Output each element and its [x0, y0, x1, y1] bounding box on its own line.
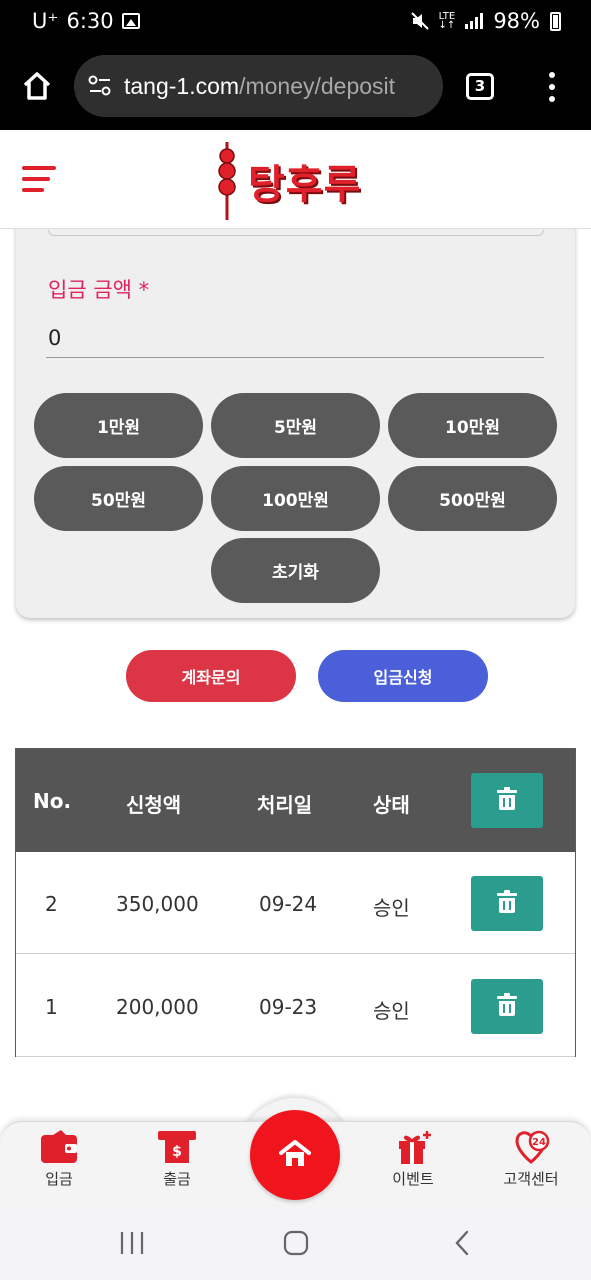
delete-all-button[interactable]: [471, 773, 543, 828]
row-date: 09-24: [259, 892, 318, 916]
reset-button[interactable]: 초기화: [211, 538, 380, 603]
mute-icon: [410, 12, 429, 30]
network-type: LTE ↓↑: [438, 11, 456, 31]
browser-menu-icon[interactable]: [549, 72, 557, 102]
row-date: 09-23: [259, 995, 318, 1019]
gift-icon: [399, 1131, 431, 1164]
trash-icon: [497, 993, 517, 1016]
previous-field-underline: [48, 230, 544, 236]
home-nav-icon[interactable]: [283, 1230, 309, 1256]
signal-icon: [465, 13, 484, 29]
atm-withdraw-icon: $: [158, 1131, 196, 1163]
deposit-request-button[interactable]: 입금신청: [318, 650, 488, 702]
nav-deposit-label: 입금: [45, 1170, 73, 1188]
row-status: 승인: [373, 896, 410, 920]
amount-5m-button[interactable]: 500만원: [388, 466, 557, 531]
table-row: 1 200,000 09-23 승인: [16, 955, 575, 1057]
browser-toolbar: tang-1.com/money/deposit 3: [0, 46, 591, 130]
battery-percent: 98%: [493, 9, 540, 33]
amount-500k-button[interactable]: 50만원: [34, 466, 203, 531]
amount-100k-button[interactable]: 10만원: [388, 393, 557, 458]
back-icon[interactable]: [452, 1229, 472, 1257]
site-logo[interactable]: 탕후루: [214, 142, 362, 220]
row-no: 2: [45, 892, 58, 916]
tanghulu-skewer-icon: [218, 142, 236, 220]
site-settings-icon[interactable]: [88, 75, 112, 97]
nav-events[interactable]: 이벤트: [363, 1129, 463, 1191]
recent-apps-icon[interactable]: [119, 1230, 145, 1256]
trash-icon: [497, 890, 517, 913]
status-bar: U⁺ 6:30 LTE ↓↑ 98%: [0, 0, 591, 46]
row-no: 1: [45, 995, 58, 1019]
column-amount: 신청액: [126, 793, 182, 817]
delete-row-button[interactable]: [471, 979, 543, 1034]
address-bar[interactable]: tang-1.com/money/deposit: [74, 55, 443, 117]
svg-text:$: $: [172, 1144, 182, 1160]
column-no: No.: [33, 789, 72, 813]
row-status: 승인: [373, 999, 410, 1023]
nav-support[interactable]: 24 고객센터: [481, 1129, 581, 1191]
logo-text: 탕후루: [248, 162, 362, 208]
amount-10k-button[interactable]: 1만원: [34, 393, 203, 458]
site-header: 탕후루: [0, 130, 591, 229]
delete-row-button[interactable]: [471, 876, 543, 931]
image-notification-icon: [121, 13, 140, 29]
nav-withdraw[interactable]: $ 출금: [127, 1129, 227, 1191]
tab-switcher-button[interactable]: 3: [466, 73, 494, 100]
home-icon[interactable]: [21, 70, 53, 102]
trash-icon: [497, 787, 517, 810]
home-icon: [279, 1139, 311, 1166]
nav-withdraw-label: 출금: [163, 1170, 191, 1188]
home-button[interactable]: [250, 1110, 340, 1200]
url-text[interactable]: tang-1.com/money/deposit: [124, 73, 395, 100]
amount-50k-button[interactable]: 5만원: [211, 393, 380, 458]
clock: 6:30: [66, 9, 114, 33]
support-24-icon: 24: [515, 1130, 550, 1164]
row-amount: 350,000: [116, 892, 199, 916]
menu-icon[interactable]: [22, 164, 56, 194]
amount-1m-button[interactable]: 100만원: [211, 466, 380, 531]
nav-events-label: 이벤트: [392, 1170, 434, 1188]
battery-icon: [550, 11, 561, 31]
table-header: No. 신청액 처리일 상태: [16, 749, 575, 852]
column-status: 상태: [373, 793, 410, 817]
table-row: 2 350,000 09-24 승인: [16, 852, 575, 954]
amount-input[interactable]: [46, 318, 544, 358]
system-navigation-bar: [0, 1207, 591, 1280]
row-amount: 200,000: [116, 995, 199, 1019]
wallet-icon: [41, 1130, 77, 1163]
nav-support-label: 고객센터: [503, 1170, 559, 1188]
deposit-history-table: No. 신청액 처리일 상태 2 350,000 09-24 승인 1 200,…: [15, 748, 576, 1057]
amount-label: 입금 금액 *: [48, 278, 150, 302]
svg-text:24: 24: [532, 1137, 546, 1148]
carrier-label: U⁺: [32, 9, 59, 33]
column-date: 처리일: [257, 793, 313, 817]
nav-deposit[interactable]: 입금: [9, 1129, 109, 1191]
account-inquiry-button[interactable]: 계좌문의: [126, 650, 296, 702]
